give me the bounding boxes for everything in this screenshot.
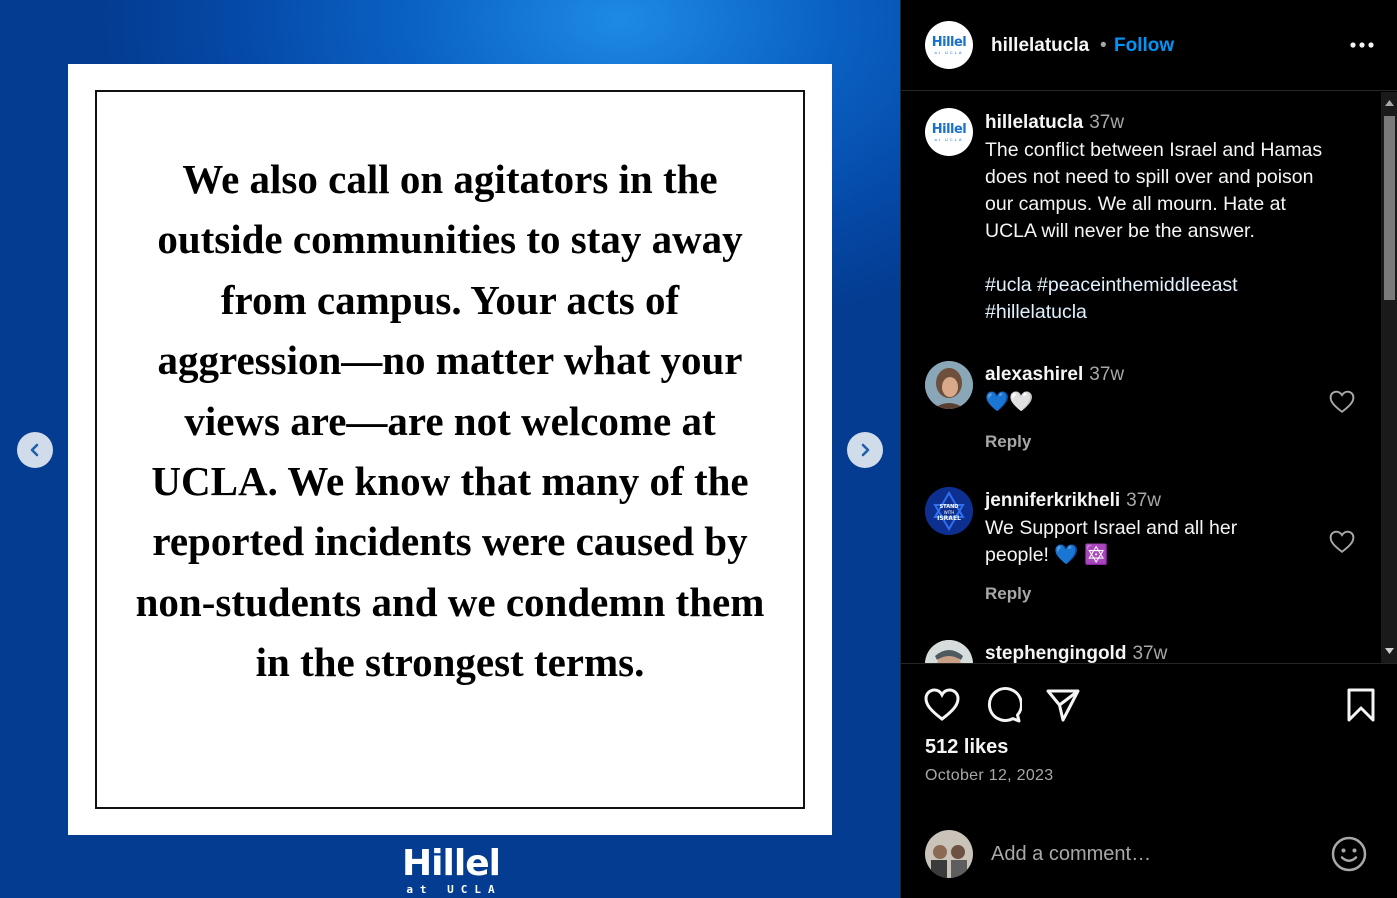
comment-username[interactable]: alexashirel bbox=[985, 364, 1083, 385]
comment-meta: stephengingold 37w bbox=[985, 643, 1167, 663]
separator-dot: • bbox=[1100, 35, 1107, 56]
comment-meta: jenniferkrikheli 37w bbox=[985, 490, 1161, 512]
slide-line: views are—are not welcome at bbox=[184, 397, 716, 444]
scroll-up-icon[interactable] bbox=[1385, 100, 1394, 106]
slide-line: non-students and we condemn them bbox=[135, 578, 765, 625]
slide-line: aggression—no matter what your bbox=[157, 337, 743, 384]
stand-with-israel-icon: STAND WITH ISRAEL bbox=[925, 487, 973, 535]
caption-username[interactable]: hillelatucla bbox=[985, 112, 1083, 133]
comment-time[interactable]: 37w bbox=[1089, 364, 1124, 385]
chevron-left-icon bbox=[30, 443, 39, 457]
post-date[interactable]: October 12, 2023 bbox=[925, 767, 1053, 785]
comment-username[interactable]: stephengingold bbox=[985, 643, 1126, 663]
profile-photo-icon bbox=[925, 640, 973, 663]
reply-button[interactable]: Reply bbox=[985, 432, 1031, 452]
avatar[interactable] bbox=[925, 640, 973, 663]
hashtags[interactable]: #hillelatucla bbox=[985, 299, 1355, 326]
comments-list[interactable]: Hillel at UCLA hillelatucla 37w The confl… bbox=[901, 92, 1381, 663]
caption-time[interactable]: 37w bbox=[1089, 112, 1124, 133]
comment-meta: alexashirel 37w bbox=[985, 364, 1124, 386]
scroll-down-icon[interactable] bbox=[1385, 648, 1394, 654]
slide-line: outside communities to stay away bbox=[157, 216, 743, 263]
reply-button[interactable]: Reply bbox=[985, 584, 1031, 604]
profile-photo-icon bbox=[925, 830, 973, 878]
caption-text: The conflict between Israel and Hamas do… bbox=[985, 137, 1355, 326]
author-username[interactable]: hillelatucla bbox=[991, 35, 1089, 57]
post-sidebar: Hillel at UCLA hillelatucla • Follow Hil… bbox=[900, 0, 1397, 898]
caption-line: our campus. We all mourn. Hate at bbox=[985, 193, 1286, 215]
follow-button[interactable]: Follow bbox=[1114, 35, 1174, 57]
like-comment-icon[interactable] bbox=[1329, 530, 1355, 554]
logo-main: Hillel bbox=[402, 843, 501, 884]
comment-icon[interactable] bbox=[984, 686, 1022, 724]
caption-meta: hillelatucla 37w bbox=[985, 112, 1124, 134]
avatar-logo-main: Hillel bbox=[931, 121, 967, 137]
comment-input[interactable] bbox=[991, 838, 1311, 870]
comment-username[interactable]: jenniferkrikheli bbox=[985, 490, 1120, 511]
avatar[interactable] bbox=[925, 361, 973, 409]
avatar[interactable]: Hillel at UCLA bbox=[925, 108, 973, 156]
avatar bbox=[925, 830, 973, 878]
slide-line: in the strongest terms. bbox=[255, 639, 645, 686]
scrollbar-thumb[interactable] bbox=[1384, 116, 1395, 300]
comments-scrollbar[interactable] bbox=[1381, 92, 1397, 663]
caption-line: does not need to spill over and poison bbox=[985, 166, 1314, 188]
slide-line: from campus. Your acts of bbox=[220, 276, 680, 323]
hashtags[interactable]: #ucla #peaceinthemiddleeast bbox=[985, 272, 1355, 299]
caption-line: The conflict between Israel and Hamas bbox=[985, 139, 1323, 161]
post-media: We also call on agitators in the outside… bbox=[0, 0, 900, 898]
comment-line: We Support Israel and all her bbox=[985, 517, 1238, 539]
comment-text: 💙🤍 bbox=[985, 391, 1034, 413]
next-slide-button[interactable] bbox=[847, 432, 883, 468]
post-header: Hillel at UCLA hillelatucla • Follow bbox=[901, 0, 1397, 91]
emoji-smile-icon[interactable] bbox=[1331, 836, 1367, 872]
slide-card: We also call on agitators in the outside… bbox=[68, 64, 832, 835]
heart-icon[interactable] bbox=[923, 686, 961, 724]
send-icon[interactable] bbox=[1044, 686, 1082, 724]
comment-time[interactable]: 37w bbox=[1132, 643, 1167, 663]
logo-sub: at UCLA bbox=[406, 883, 502, 896]
add-comment-bar bbox=[901, 814, 1397, 898]
caption-line: UCLA will never be the answer. bbox=[985, 220, 1255, 242]
avatar-logo-sub: at UCLA bbox=[934, 49, 964, 55]
avatar-text: ISRAEL bbox=[937, 515, 961, 522]
comment-time[interactable]: 37w bbox=[1126, 490, 1161, 511]
slide-line: We also call on agitators in the bbox=[182, 156, 718, 202]
post-actions: 512 likes October 12, 2023 bbox=[901, 663, 1397, 898]
hillel-logo: Hillel at UCLA bbox=[394, 846, 508, 898]
like-comment-icon[interactable] bbox=[1329, 390, 1355, 414]
more-horizontal-icon[interactable] bbox=[1349, 34, 1375, 56]
avatar[interactable]: Hillel at UCLA bbox=[925, 21, 973, 69]
avatar-logo-main: Hillel bbox=[931, 34, 967, 50]
slide-line: reported incidents were caused by bbox=[152, 518, 748, 565]
avatar-logo-sub: at UCLA bbox=[934, 136, 964, 142]
avatar[interactable]: STAND WITH ISRAEL bbox=[925, 487, 973, 535]
comment-text: We Support Israel and all her people! 💙 … bbox=[985, 515, 1355, 569]
previous-slide-button[interactable] bbox=[17, 432, 53, 468]
bookmark-icon[interactable] bbox=[1342, 686, 1380, 724]
likes-count[interactable]: 512 likes bbox=[925, 736, 1008, 759]
profile-photo-icon bbox=[925, 361, 973, 409]
chevron-right-icon bbox=[861, 443, 870, 457]
slide-statement: We also call on agitators in the outside… bbox=[68, 149, 832, 693]
slide-line: UCLA. We know that many of the bbox=[151, 458, 749, 505]
comment-line: people! 💙 🔯 bbox=[985, 544, 1109, 566]
